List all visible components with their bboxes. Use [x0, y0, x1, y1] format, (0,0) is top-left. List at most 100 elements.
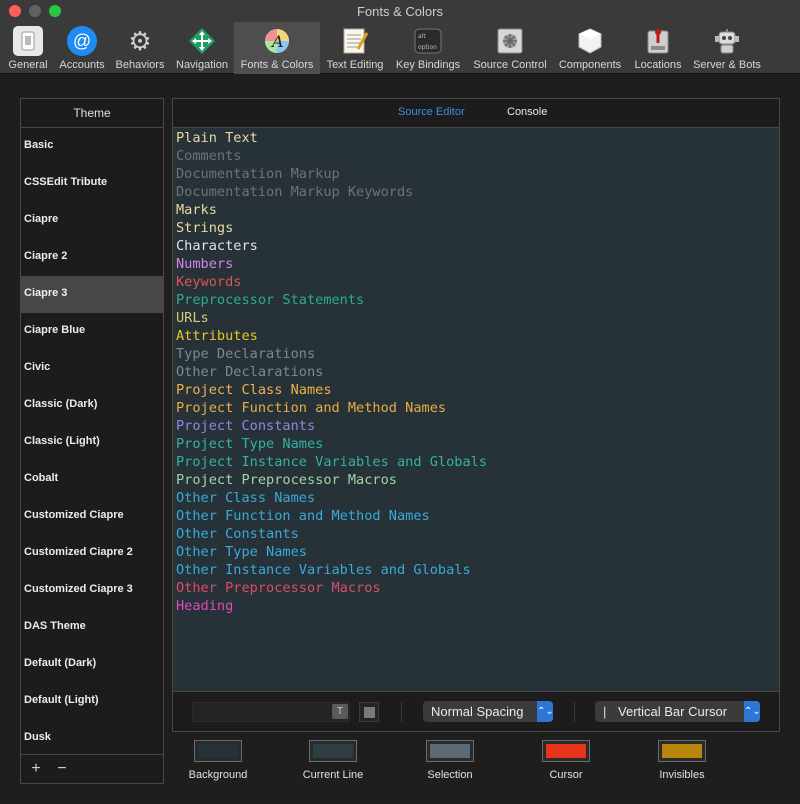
syntax-token-item[interactable]: Strings — [176, 219, 779, 237]
syntax-token-item[interactable]: Other Instance Variables and Globals — [176, 561, 779, 579]
theme-list-item[interactable]: Classic (Dark) — [21, 387, 163, 424]
theme-list-item[interactable]: Ciapre — [21, 202, 163, 239]
cursor-style-popup[interactable]: | Vertical Bar Cursor ⌃⌄ — [595, 701, 761, 722]
syntax-token-item[interactable]: Other Preprocessor Macros — [176, 579, 779, 597]
toolbar-tab-source-control[interactable]: Source Control — [467, 22, 553, 74]
well-label: Cursor — [549, 769, 583, 781]
font-picker-button[interactable]: T — [332, 704, 348, 719]
theme-list-item[interactable]: Dusk — [21, 720, 163, 754]
tab-source-editor[interactable]: Source Editor — [398, 106, 465, 118]
syntax-token-item[interactable]: Comments — [176, 147, 779, 165]
theme-list-item[interactable]: Civic — [21, 350, 163, 387]
theme-list-item[interactable]: CSSEdit Tribute — [21, 165, 163, 202]
toolbar-label: Text Editing — [326, 59, 384, 71]
svg-text:alt: alt — [418, 33, 426, 40]
chevron-updown-icon: ⌃⌄ — [744, 701, 761, 722]
background-color-well[interactable]: Background — [186, 740, 250, 781]
syntax-token-item[interactable]: Other Declarations — [176, 363, 779, 381]
compass-arrows-icon — [187, 26, 217, 56]
toolbar-tab-server-bots[interactable]: Server & Bots — [689, 22, 765, 74]
syntax-token-item[interactable]: Project Instance Variables and Globals — [176, 453, 779, 471]
toolbar-label: Fonts & Colors — [240, 59, 314, 71]
theme-list[interactable]: Basic CSSEdit Tribute Ciapre Ciapre 2 Ciapre… — [21, 128, 163, 754]
token-color-well[interactable] — [359, 702, 379, 722]
toolbar-tab-accounts[interactable]: @ Accounts — [54, 22, 110, 74]
toolbar-tab-navigation[interactable]: Navigation — [171, 22, 233, 74]
drive-icon — [643, 26, 673, 56]
syntax-token-item[interactable]: Documentation Markup Keywords — [176, 183, 779, 201]
well-swatch[interactable] — [658, 740, 706, 762]
invisibles-color-well[interactable]: Invisibles — [650, 740, 714, 781]
theme-list-item[interactable]: Customized Ciapre 2 — [21, 535, 163, 572]
cursor-style-value: Vertical Bar Cursor — [618, 704, 728, 719]
font-name-field[interactable] — [192, 702, 350, 722]
theme-list-item[interactable]: Ciapre Blue — [21, 313, 163, 350]
toolbar-label: General — [8, 59, 48, 71]
toolbar-label: Accounts — [59, 59, 105, 71]
syntax-token-item[interactable]: Project Type Names — [176, 435, 779, 453]
well-swatch[interactable] — [542, 740, 590, 762]
syntax-token-item[interactable]: Type Declarations — [176, 345, 779, 363]
theme-list-header: Theme — [21, 99, 163, 128]
theme-list-item[interactable]: DAS Theme — [21, 609, 163, 646]
current-line-color-well[interactable]: Current Line — [298, 740, 368, 781]
remove-theme-button[interactable]: − — [51, 759, 73, 779]
well-fill — [662, 744, 702, 758]
theme-list-item[interactable]: Classic (Light) — [21, 424, 163, 461]
theme-list-item[interactable]: Default (Light) — [21, 683, 163, 720]
syntax-token-item[interactable]: Attributes — [176, 327, 779, 345]
tab-console[interactable]: Console — [507, 106, 547, 118]
well-label: Invisibles — [659, 769, 705, 781]
well-swatch[interactable] — [194, 740, 242, 762]
syntax-token-item[interactable]: Other Type Names — [176, 543, 779, 561]
well-swatch[interactable] — [426, 740, 474, 762]
toolbar-tab-key-bindings[interactable]: alt option Key Bindings — [391, 22, 465, 74]
toolbar-label: Navigation — [176, 59, 228, 71]
theme-list-item[interactable]: Ciapre 3 — [21, 276, 163, 313]
selection-color-well[interactable]: Selection — [418, 740, 482, 781]
theme-list-item[interactable]: Customized Ciapre — [21, 498, 163, 535]
syntax-token-item[interactable]: Project Preprocessor Macros — [176, 471, 779, 489]
syntax-token-item[interactable]: Project Function and Method Names — [176, 399, 779, 417]
robot-icon — [712, 26, 742, 56]
syntax-token-item[interactable]: Characters — [176, 237, 779, 255]
add-theme-button[interactable]: + — [25, 759, 47, 779]
theme-list-item[interactable]: Cobalt — [21, 461, 163, 498]
syntax-token-list[interactable]: Plain Text Comments Documentation Markup Do… — [173, 128, 779, 615]
syntax-token-item[interactable]: Heading — [176, 597, 779, 615]
svg-text:option: option — [418, 44, 437, 51]
syntax-token-item[interactable]: Preprocessor Statements — [176, 291, 779, 309]
syntax-token-item[interactable]: Documentation Markup — [176, 165, 779, 183]
theme-list-item[interactable]: Default (Dark) — [21, 646, 163, 683]
cursor-color-well[interactable]: Cursor — [534, 740, 598, 781]
syntax-token-item[interactable]: Plain Text — [176, 129, 779, 147]
syntax-token-item[interactable]: Numbers — [176, 255, 779, 273]
chevron-updown-icon: ⌃⌄ — [537, 701, 554, 722]
toolbar-tab-locations[interactable]: Locations — [628, 22, 688, 74]
well-label: Current Line — [302, 769, 364, 781]
toolbar-tab-behaviors[interactable]: ⚙ Behaviors — [112, 22, 168, 74]
line-spacing-popup[interactable]: Normal Spacing ⌃⌄ — [423, 701, 554, 722]
syntax-token-item[interactable]: Marks — [176, 201, 779, 219]
syntax-token-item[interactable]: Project Class Names — [176, 381, 779, 399]
editor-color-wells: Background Current Line Selection Cursor… — [172, 738, 780, 784]
syntax-token-item[interactable]: URLs — [176, 309, 779, 327]
well-swatch[interactable] — [309, 740, 357, 762]
syntax-token-item[interactable]: Other Constants — [176, 525, 779, 543]
syntax-token-item[interactable]: Other Function and Method Names — [176, 507, 779, 525]
switch-icon — [13, 26, 43, 56]
toolbar-tab-general[interactable]: General — [4, 22, 52, 74]
syntax-token-item[interactable]: Other Class Names — [176, 489, 779, 507]
well-label: Selection — [427, 769, 473, 781]
box-icon — [575, 26, 605, 56]
font-color-icon: A — [262, 26, 292, 56]
syntax-preview-pane: Source Editor Console Plain Text Comments… — [172, 98, 780, 732]
syntax-token-item[interactable]: Project Constants — [176, 417, 779, 435]
theme-list-item[interactable]: Customized Ciapre 3 — [21, 572, 163, 609]
toolbar-tab-fonts-colors[interactable]: A Fonts & Colors — [234, 22, 320, 74]
theme-list-item[interactable]: Basic — [21, 128, 163, 165]
toolbar-tab-components[interactable]: Components — [555, 22, 625, 74]
theme-list-item[interactable]: Ciapre 2 — [21, 239, 163, 276]
syntax-token-item[interactable]: Keywords — [176, 273, 779, 291]
toolbar-tab-text-editing[interactable]: Text Editing — [321, 22, 389, 74]
